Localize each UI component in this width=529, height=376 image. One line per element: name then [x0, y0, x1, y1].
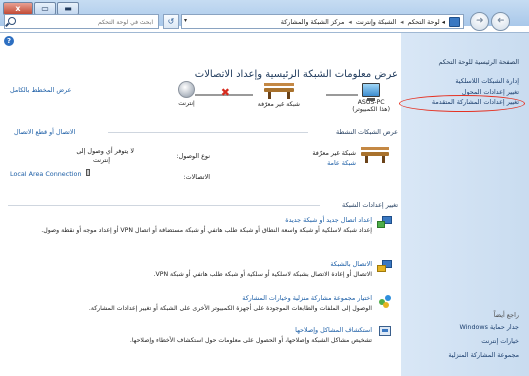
- active-network-name: شبكة غير معرّفة: [312, 149, 356, 157]
- new-connection-description: إعداد شبكة لاسلكية أو شبكة واسعة النطاق …: [41, 227, 372, 234]
- new-connection-link[interactable]: إعداد اتصال جديد أو شبكة جديدة: [285, 216, 372, 224]
- breadcrumb-separator: ◂: [400, 18, 404, 26]
- see-also-heading: راجع أيضاً: [493, 311, 519, 319]
- homegroup-link[interactable]: اختيار مجموعة مشاركة منزلية وخيارات المش…: [242, 294, 372, 302]
- local-area-connection-link[interactable]: Local Area Connection: [10, 169, 90, 178]
- breadcrumb-network-internet[interactable]: الشبكة وإنترنت: [356, 18, 397, 26]
- access-type-value-line1: لا يتوفر أي وصول إلى: [76, 147, 134, 155]
- disconnected-x-icon: ✖: [220, 86, 230, 99]
- breadcrumb-separator: ◂: [348, 18, 352, 26]
- connections-label: الاتصالات:: [183, 173, 210, 181]
- network-name: شبكة غير معرّفة: [257, 101, 300, 108]
- new-connection-icon: [376, 216, 392, 230]
- connect-disconnect-link[interactable]: الاتصال أو قطع الاتصال: [14, 128, 75, 136]
- page-title: عرض معلومات الشبكة الرئيسية وإعداد الاتص…: [194, 69, 398, 80]
- map-node-network[interactable]: شبكة غير معرّفة: [257, 83, 300, 108]
- main-pane: عرض معلومات الشبكة الرئيسية وإعداد الاتص…: [4, 33, 398, 376]
- connect-to-network-icon: [376, 260, 392, 274]
- change-settings-heading: تغيير إعدادات الشبكة: [342, 201, 398, 209]
- troubleshoot-icon: [376, 326, 392, 340]
- back-button[interactable]: ➜: [491, 12, 510, 31]
- map-connector: [326, 94, 358, 96]
- active-networks-heading: عرض الشبكات النشطة: [336, 128, 398, 136]
- sidebar: الصفحة الرئيسية للوحة التحكم إدارة الشبك…: [401, 33, 529, 376]
- sidebar-item-homegroup[interactable]: مجموعة المشاركة المنزلية: [448, 351, 519, 359]
- content-area: الصفحة الرئيسية للوحة التحكم إدارة الشبك…: [0, 32, 529, 376]
- highlight-circle: [399, 95, 525, 112]
- access-type-value-line2: إنترنت: [92, 156, 110, 164]
- breadcrumb-network-sharing-center[interactable]: مركز الشبكة والمشاركة: [281, 18, 345, 26]
- connect-to-network-description: الاتصال أو إعادة الاتصال بشبكة لاسلكية أ…: [153, 271, 372, 278]
- back-arrow-icon: ➜: [497, 16, 505, 26]
- map-node-computer[interactable]: ASUS-PC (هذا الكمبيوتر): [352, 83, 390, 113]
- divider: [108, 132, 308, 133]
- connect-to-network-link[interactable]: الاتصال بالشبكة: [330, 260, 372, 268]
- sidebar-item-manage-wireless[interactable]: إدارة الشبكات اللاسلكية: [455, 77, 519, 85]
- breadcrumb-separator: ◂: [441, 18, 445, 26]
- sidebar-item-windows-firewall[interactable]: جدار حماية Windows: [459, 323, 519, 331]
- nav-buttons: ➜ ➜: [468, 12, 510, 31]
- troubleshoot-description: تشخيص مشاكل الشبكة وإصلاحها، أو الحصول ع…: [129, 337, 372, 344]
- homegroup-icon: [376, 294, 392, 308]
- internet-label: إنترنت: [178, 100, 195, 107]
- homegroup-description: الوصول إلى الملفات والطابعات الموجودة عل…: [88, 305, 372, 312]
- active-network-bench-icon: [360, 147, 390, 171]
- local-area-connection-label: Local Area Connection: [10, 170, 82, 178]
- troubleshoot-link[interactable]: استكشاف المشاكل وإصلاحها: [295, 326, 372, 334]
- active-networks-section-header: عرض الشبكات النشطة الاتصال أو قطع الاتصا…: [8, 128, 398, 136]
- sidebar-item-control-panel-home[interactable]: الصفحة الرئيسية للوحة التحكم: [439, 58, 519, 66]
- refresh-button[interactable]: ↺: [163, 14, 179, 29]
- globe-icon: [178, 81, 195, 98]
- address-dropdown-icon[interactable]: ▾: [184, 17, 187, 24]
- computer-sub: (هذا الكمبيوتر): [352, 106, 390, 113]
- network-center-icon: [449, 17, 460, 27]
- access-type-label: نوع الوصول:: [176, 152, 210, 160]
- computer-icon: [362, 83, 381, 101]
- bench-icon: [263, 83, 294, 99]
- view-full-map-link[interactable]: عرض المخطط بالكامل: [10, 86, 71, 94]
- breadcrumb: ◂ لوحة التحكم ◂ الشبكة وإنترنت ◂ مركز ال…: [281, 18, 445, 26]
- forward-arrow-icon: ➜: [476, 16, 484, 26]
- address-bar[interactable]: ◂ لوحة التحكم ◂ الشبكة وإنترنت ◂ مركز ال…: [181, 14, 464, 29]
- network-type-link[interactable]: شبكة عامة: [327, 159, 356, 167]
- divider: [8, 205, 320, 206]
- map-node-internet[interactable]: إنترنت: [178, 81, 195, 107]
- change-settings-section-header: تغيير إعدادات الشبكة: [8, 201, 398, 209]
- search-input[interactable]: [23, 16, 153, 28]
- network-adapter-icon: [85, 169, 90, 176]
- sidebar-item-internet-options[interactable]: خيارات إنترنت: [481, 337, 519, 345]
- search-icon[interactable]: [8, 17, 16, 25]
- search-box[interactable]: [4, 14, 159, 29]
- breadcrumb-control-panel[interactable]: لوحة التحكم: [408, 18, 440, 26]
- forward-button[interactable]: ➜: [470, 12, 489, 31]
